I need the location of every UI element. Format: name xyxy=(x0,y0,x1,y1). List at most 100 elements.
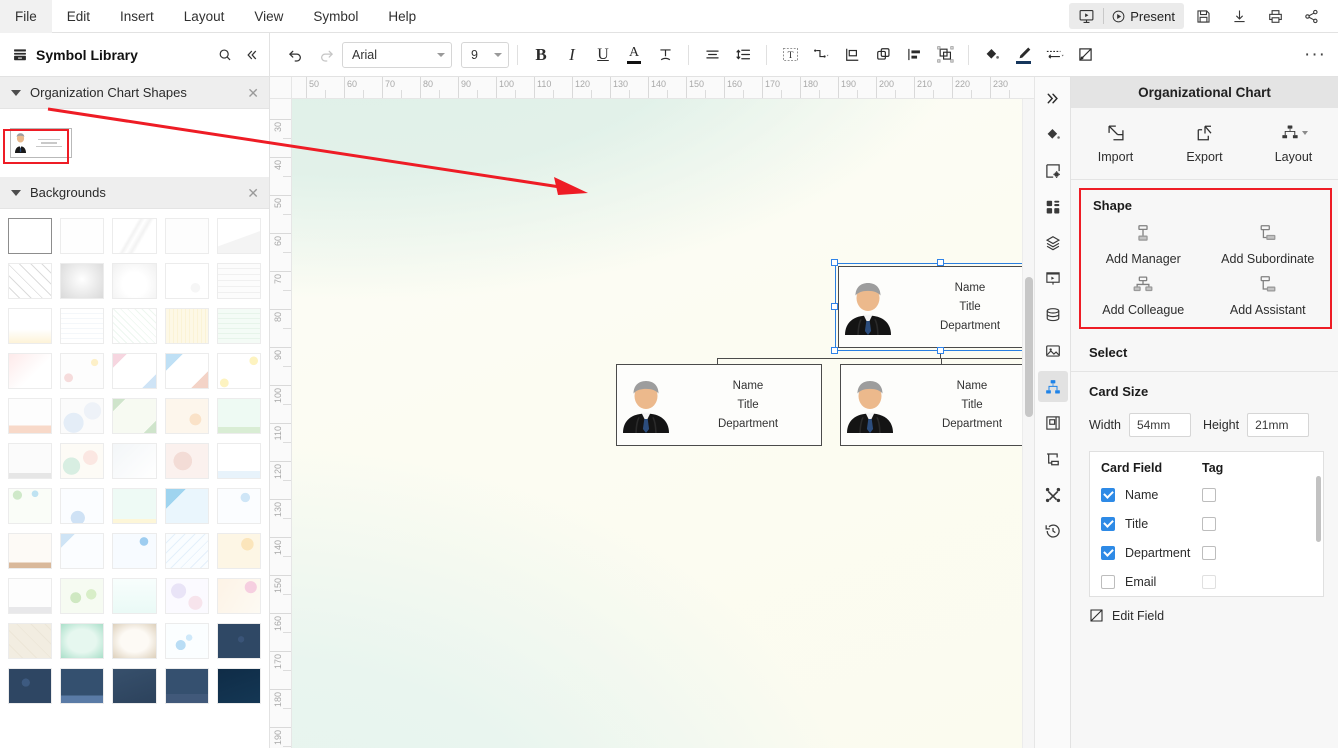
background-thumbnail[interactable] xyxy=(164,668,209,704)
database-icon[interactable] xyxy=(1038,299,1068,330)
text-box-button[interactable]: T xyxy=(775,40,805,70)
background-thumbnail[interactable] xyxy=(216,308,261,344)
width-input[interactable]: 54mm xyxy=(1128,413,1191,437)
download-button[interactable] xyxy=(1222,3,1256,29)
undo-button[interactable] xyxy=(280,40,310,70)
background-thumbnail[interactable] xyxy=(164,443,209,479)
background-thumbnail[interactable] xyxy=(8,443,53,479)
close-icon[interactable]: ✕ xyxy=(247,86,259,100)
add-manager-button[interactable]: Add Manager xyxy=(1081,223,1206,266)
background-thumbnail[interactable] xyxy=(8,533,53,569)
background-thumbnail[interactable] xyxy=(216,533,261,569)
tag-checkbox[interactable] xyxy=(1202,574,1216,589)
triangle-collapse-icon[interactable] xyxy=(11,189,21,196)
menu-layout[interactable]: Layout xyxy=(169,0,240,33)
tag-checkbox[interactable] xyxy=(1202,516,1216,531)
presentation-mode-button[interactable] xyxy=(1069,3,1103,29)
background-thumbnail[interactable] xyxy=(60,263,105,299)
import-button[interactable]: Import xyxy=(1071,108,1160,179)
text-effect-button[interactable] xyxy=(650,40,680,70)
share-button[interactable] xyxy=(1294,3,1328,29)
bold-button[interactable]: B xyxy=(526,40,556,70)
select-section[interactable]: Select xyxy=(1071,333,1338,372)
vertical-ruler[interactable]: 30 40 50 60 70 80 90 100 110 120 130 140 150 160 170 18… xyxy=(270,99,292,748)
background-thumbnail[interactable] xyxy=(112,623,157,659)
connector-points-icon[interactable] xyxy=(1038,479,1068,510)
menu-insert[interactable]: Insert xyxy=(105,0,169,33)
menu-help[interactable]: Help xyxy=(373,0,431,33)
background-thumbnail[interactable] xyxy=(60,353,105,389)
callout-icon[interactable] xyxy=(1038,443,1068,474)
background-thumbnail[interactable] xyxy=(216,353,261,389)
background-thumbnail[interactable] xyxy=(164,263,209,299)
redo-button[interactable] xyxy=(311,40,341,70)
field-checkbox[interactable] xyxy=(1101,545,1115,560)
menu-file[interactable]: File xyxy=(0,0,52,33)
close-icon[interactable]: ✕ xyxy=(247,186,259,200)
slide-icon[interactable] xyxy=(1038,263,1068,294)
background-thumbnail[interactable] xyxy=(216,398,261,434)
background-thumbnail[interactable] xyxy=(216,218,261,254)
container-icon[interactable] xyxy=(1038,407,1068,438)
shadow-button[interactable] xyxy=(1070,40,1100,70)
menu-edit[interactable]: Edit xyxy=(52,0,105,33)
layout-button[interactable]: Layout xyxy=(1249,108,1338,179)
background-thumbnail[interactable] xyxy=(112,263,157,299)
background-thumbnail[interactable] xyxy=(8,578,53,614)
menu-symbol[interactable]: Symbol xyxy=(298,0,373,33)
save-button[interactable] xyxy=(1186,3,1220,29)
fill-bucket-button[interactable] xyxy=(977,40,1007,70)
grid-apps-icon[interactable] xyxy=(1038,191,1068,222)
line-spacing-button[interactable] xyxy=(728,40,758,70)
frame-button[interactable] xyxy=(837,40,867,70)
history-icon[interactable] xyxy=(1038,515,1068,546)
background-thumbnail[interactable] xyxy=(8,308,53,344)
background-thumbnail[interactable] xyxy=(60,578,105,614)
present-button[interactable]: Present xyxy=(1104,3,1184,29)
background-thumbnail[interactable] xyxy=(216,263,261,299)
resize-handle[interactable] xyxy=(831,347,838,354)
image-icon[interactable] xyxy=(1038,335,1068,366)
background-thumbnail[interactable] xyxy=(60,533,105,569)
add-colleague-button[interactable]: Add Colleague xyxy=(1081,274,1206,317)
org-chart-node[interactable]: Name Title Department xyxy=(616,364,822,446)
scrollbar-thumb[interactable] xyxy=(1025,277,1033,417)
menu-view[interactable]: View xyxy=(239,0,298,33)
background-thumbnail[interactable] xyxy=(112,668,157,704)
resize-handle[interactable] xyxy=(831,259,838,266)
field-checkbox[interactable] xyxy=(1101,516,1115,531)
background-thumbnail[interactable] xyxy=(164,623,209,659)
background-thumbnail[interactable] xyxy=(216,488,261,524)
font-size-select[interactable]: 9 xyxy=(461,41,509,68)
org-chart-node[interactable]: Name Title Department xyxy=(838,266,1022,348)
section-org-chart-shapes[interactable]: Organization Chart Shapes ✕ xyxy=(0,77,269,109)
search-icon[interactable] xyxy=(217,47,233,63)
italic-button[interactable]: I xyxy=(557,40,587,70)
underline-button[interactable]: U xyxy=(588,40,618,70)
background-thumbnail[interactable] xyxy=(216,623,261,659)
export-button[interactable]: Export xyxy=(1160,108,1249,179)
fill-bucket-icon[interactable] xyxy=(1038,119,1068,150)
background-thumbnail[interactable] xyxy=(164,533,209,569)
background-thumbnail[interactable] xyxy=(112,308,157,344)
tag-checkbox[interactable] xyxy=(1202,545,1216,560)
background-thumbnail[interactable] xyxy=(60,398,105,434)
line-type-button[interactable] xyxy=(1039,40,1069,70)
field-checkbox[interactable] xyxy=(1101,487,1115,502)
font-color-button[interactable]: A xyxy=(619,40,649,70)
font-family-select[interactable]: Arial xyxy=(342,41,452,68)
org-chart-icon[interactable] xyxy=(1037,371,1068,402)
horizontal-ruler-ticks[interactable]: 50 60 70 80 90 100 110 120 130 140 150 160 170 180 190… xyxy=(292,77,1034,98)
background-thumbnail[interactable] xyxy=(164,308,209,344)
more-options-button[interactable]: ··· xyxy=(1300,40,1330,70)
background-thumbnail[interactable] xyxy=(8,353,53,389)
connector-button[interactable] xyxy=(806,40,836,70)
pen-button[interactable] xyxy=(1008,40,1038,70)
height-input[interactable]: 21mm xyxy=(1247,413,1310,437)
group-button[interactable] xyxy=(930,40,960,70)
background-thumbnail[interactable] xyxy=(112,488,157,524)
background-thumbnail[interactable] xyxy=(8,218,53,254)
background-thumbnail[interactable] xyxy=(8,488,53,524)
section-backgrounds[interactable]: Backgrounds ✕ xyxy=(0,177,269,209)
background-thumbnail[interactable] xyxy=(164,488,209,524)
